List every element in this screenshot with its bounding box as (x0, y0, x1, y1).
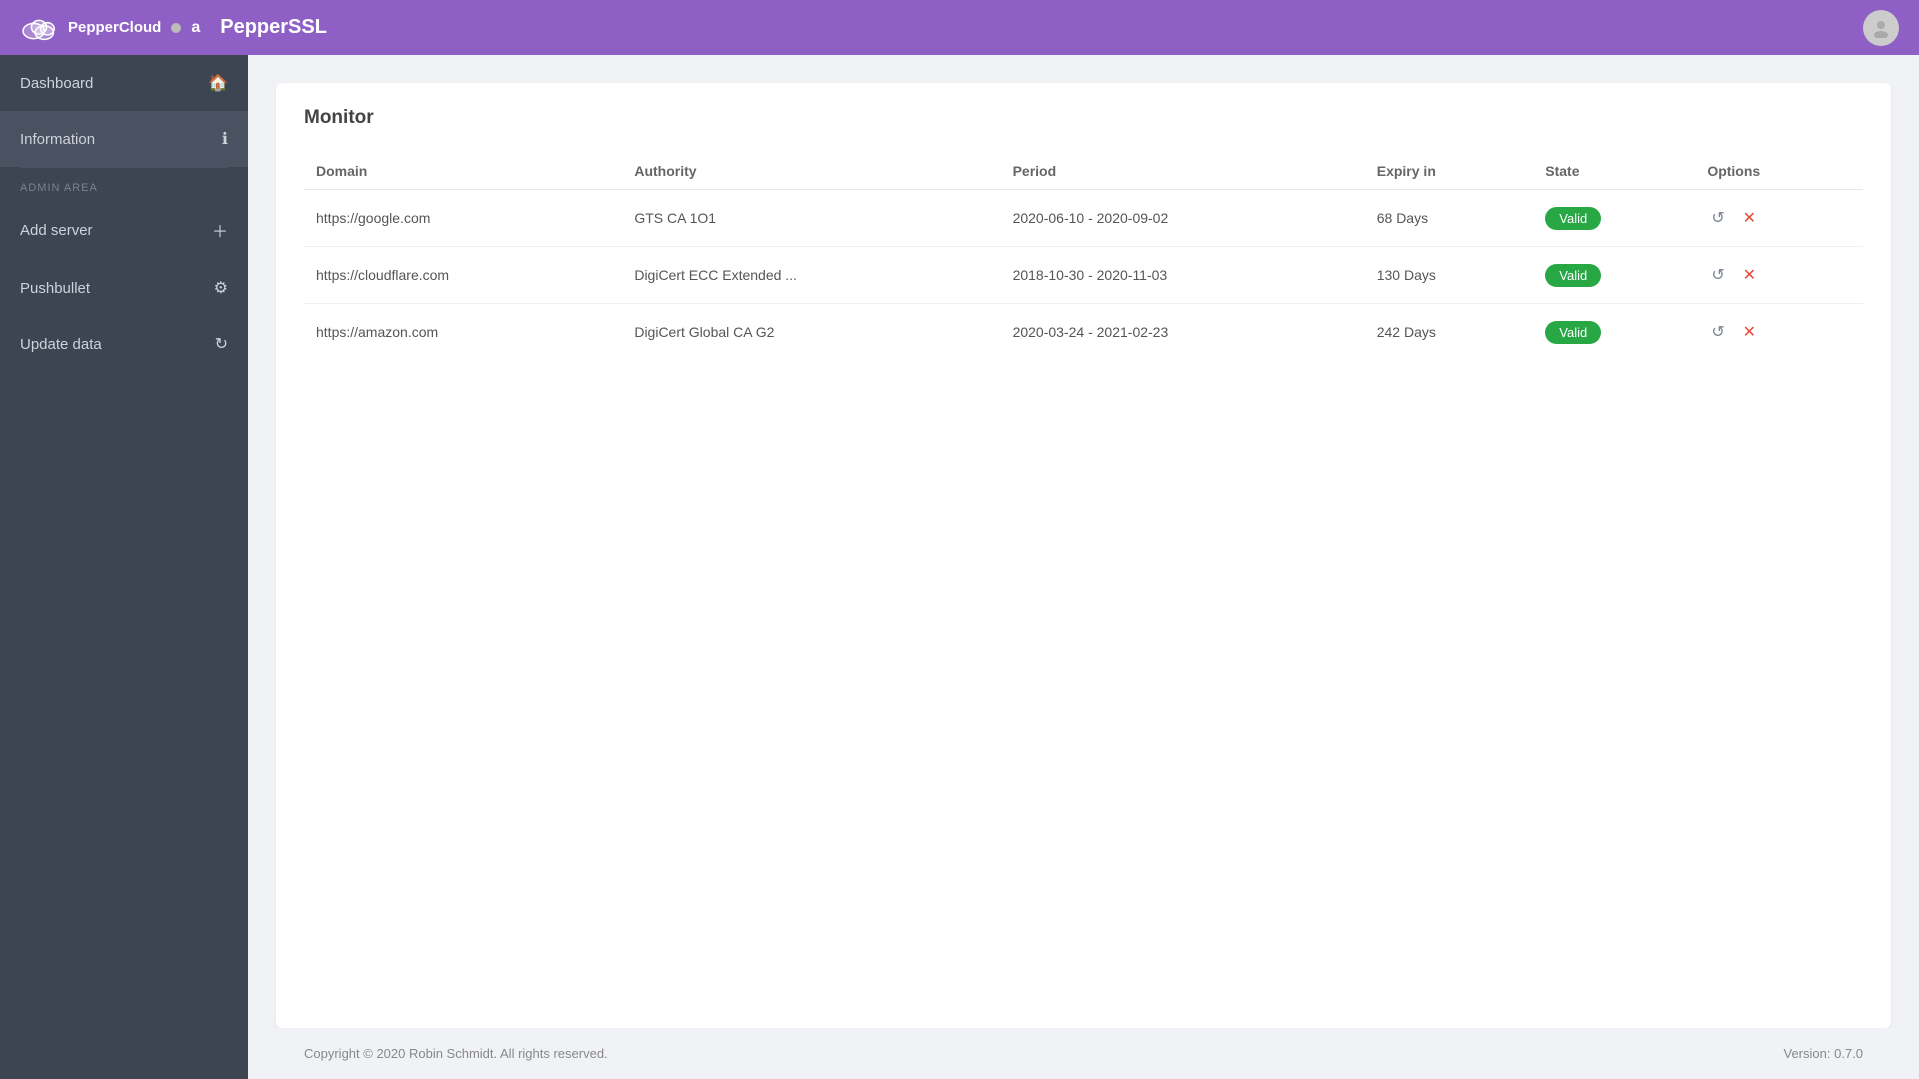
cell-options: ↺ ✕ (1695, 190, 1863, 247)
refresh-icon: ↻ (215, 334, 228, 354)
col-header-authority: Authority (622, 153, 1000, 190)
cell-authority: DigiCert ECC Extended ... (622, 247, 1000, 304)
topnav-user-letter: a (191, 19, 200, 37)
monitor-card: Monitor Domain Authority Period Expiry i… (276, 83, 1891, 1028)
sidebar-item-add-server[interactable]: Add server ＋ (0, 200, 248, 260)
home-icon: 🏠 (208, 73, 228, 93)
cell-authority: GTS CA 1O1 (622, 190, 1000, 247)
cell-period: 2020-06-10 - 2020-09-02 (1001, 190, 1365, 247)
col-header-period: Period (1001, 153, 1365, 190)
page-layout: Dashboard 🏠 Information ℹ ADMIN AREA Add… (0, 55, 1919, 1079)
page-footer: Copyright © 2020 Robin Schmidt. All righ… (276, 1028, 1891, 1079)
cell-domain: https://cloudflare.com (304, 247, 622, 304)
col-header-state: State (1533, 153, 1695, 190)
table-row: https://google.com GTS CA 1O1 2020-06-10… (304, 190, 1863, 247)
state-badge: Valid (1545, 207, 1601, 230)
col-header-expiry: Expiry in (1365, 153, 1534, 190)
cell-expiry: 68 Days (1365, 190, 1534, 247)
sidebar-item-dashboard[interactable]: Dashboard 🏠 (0, 55, 248, 111)
peppercloud-logo-icon (20, 14, 58, 42)
user-avatar[interactable] (1863, 10, 1899, 46)
status-dot-icon (171, 23, 181, 33)
logo-label: PepperCloud (68, 19, 161, 36)
state-badge: Valid (1545, 321, 1601, 344)
cell-state: Valid (1533, 190, 1695, 247)
delete-button[interactable]: ✕ (1739, 206, 1760, 230)
col-header-options: Options (1695, 153, 1863, 190)
table-row: https://cloudflare.com DigiCert ECC Exte… (304, 247, 1863, 304)
cell-authority: DigiCert Global CA G2 (622, 304, 1000, 361)
footer-version: Version: 0.7.0 (1784, 1046, 1864, 1061)
refresh-button[interactable]: ↺ (1707, 206, 1728, 230)
state-badge: Valid (1545, 264, 1601, 287)
logo-area: PepperCloud (20, 14, 161, 42)
sidebar-item-update-data[interactable]: Update data ↻ (0, 316, 248, 372)
cell-options: ↺ ✕ (1695, 247, 1863, 304)
delete-button[interactable]: ✕ (1739, 320, 1760, 344)
cell-state: Valid (1533, 247, 1695, 304)
refresh-button[interactable]: ↺ (1707, 263, 1728, 287)
cell-expiry: 130 Days (1365, 247, 1534, 304)
cell-domain: https://google.com (304, 190, 622, 247)
main-content: Monitor Domain Authority Period Expiry i… (248, 55, 1919, 1079)
sidebar: Dashboard 🏠 Information ℹ ADMIN AREA Add… (0, 55, 248, 1079)
col-header-domain: Domain (304, 153, 622, 190)
card-title: Monitor (304, 107, 1863, 129)
cell-options: ↺ ✕ (1695, 304, 1863, 361)
cell-state: Valid (1533, 304, 1695, 361)
info-icon: ℹ (222, 129, 228, 149)
monitor-table: Domain Authority Period Expiry in State … (304, 153, 1863, 360)
footer-copyright: Copyright © 2020 Robin Schmidt. All righ… (304, 1046, 608, 1061)
gear-icon: ⚙ (214, 278, 228, 298)
avatar-icon (1871, 18, 1891, 38)
cell-period: 2018-10-30 - 2020-11-03 (1001, 247, 1365, 304)
refresh-button[interactable]: ↺ (1707, 320, 1728, 344)
table-row: https://amazon.com DigiCert Global CA G2… (304, 304, 1863, 361)
admin-area-label: ADMIN AREA (0, 168, 248, 200)
topnav-status-icons: a (171, 19, 200, 37)
topnav: PepperCloud a PepperSSL (0, 0, 1919, 55)
app-title: PepperSSL (220, 16, 327, 39)
cell-expiry: 242 Days (1365, 304, 1534, 361)
add-icon: ＋ (212, 218, 228, 242)
sidebar-item-information[interactable]: Information ℹ (0, 111, 248, 167)
delete-button[interactable]: ✕ (1739, 263, 1760, 287)
cell-period: 2020-03-24 - 2021-02-23 (1001, 304, 1365, 361)
cell-domain: https://amazon.com (304, 304, 622, 361)
sidebar-item-pushbullet[interactable]: Pushbullet ⚙ (0, 260, 248, 316)
